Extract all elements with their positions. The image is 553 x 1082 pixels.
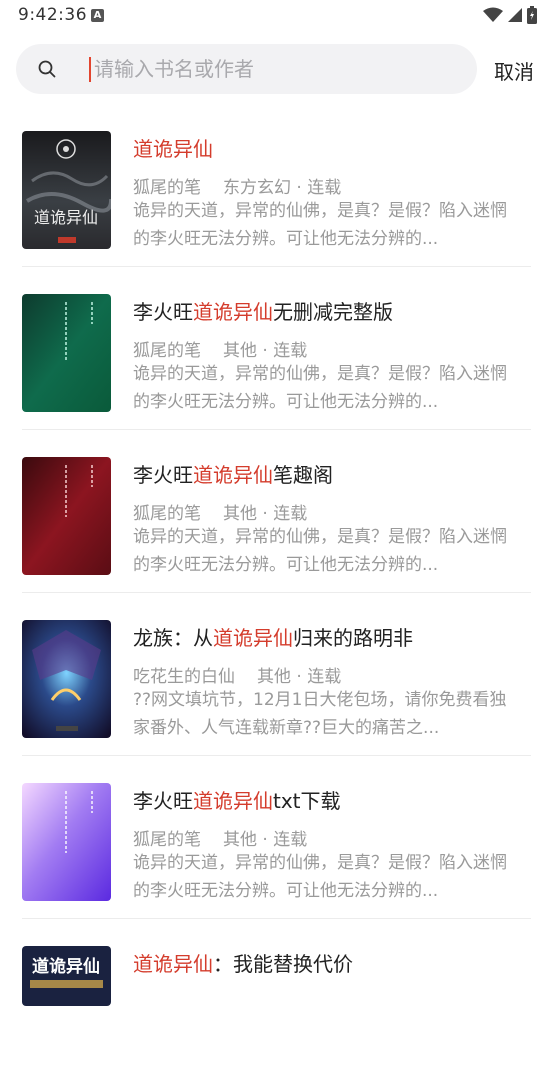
search-result-list[interactable]: 道诡异仙 道诡异仙 狐尾的笔 东方玄幻 · 连载 诡异的天道，异常的仙佛，是真？是… xyxy=(0,104,553,1082)
book-category-status: 其他 · 连载 xyxy=(223,830,308,850)
book-title[interactable]: 道诡异仙 xyxy=(133,133,213,162)
keyword-highlight: 道诡异仙 xyxy=(193,789,273,813)
book-category-status: 其他 · 连载 xyxy=(223,341,308,361)
book-description: 诡异的天道，异常的仙佛，是真？是假？陷入迷惘的李火旺无法分辨。可让他无法分辨的.… xyxy=(133,201,507,249)
status-time: 9:42:36 xyxy=(18,5,88,25)
book-description: ??网文填坑节，12月1日大佬包场，请你免费看独家番外、人气连载新章??巨大的痛… xyxy=(133,690,507,738)
book-cover xyxy=(22,457,111,575)
book-item[interactable]: 李火旺道诡异仙txt下载 狐尾的笔 其他 · 连载 诡异的天道，异常的仙佛，是真？… xyxy=(0,756,553,919)
book-item[interactable]: 李火旺道诡异仙无删减完整版 狐尾的笔 其他 · 连载 诡异的天道，异常的仙佛，是真… xyxy=(0,267,553,430)
book-meta: 狐尾的笔 其他 · 连载 xyxy=(133,336,307,361)
cover-title: 道诡异仙 xyxy=(32,956,100,977)
wifi-icon xyxy=(483,7,503,22)
keyword-highlight: 道诡异仙 xyxy=(193,300,273,324)
book-author: 狐尾的笔 xyxy=(133,341,201,361)
book-category-status: 东方玄幻 · 连载 xyxy=(223,178,342,198)
cancel-button[interactable]: 取消 xyxy=(494,56,534,85)
status-bar: 9:42:36 A xyxy=(0,0,553,32)
book-category-status: 其他 · 连载 xyxy=(223,504,308,524)
book-item[interactable]: 道诡异仙 道诡异仙：我能替换代价 xyxy=(0,919,553,1082)
search-bar[interactable] xyxy=(16,44,477,94)
book-cover xyxy=(22,783,111,901)
book-title[interactable]: 李火旺道诡异仙txt下载 xyxy=(133,785,341,814)
keyword-highlight: 道诡异仙 xyxy=(133,137,213,161)
cover-title: 道诡异仙 xyxy=(34,208,98,227)
battery-icon xyxy=(527,6,537,24)
book-author: 吃花生的白仙 xyxy=(133,667,235,687)
book-description: 诡异的天道，异常的仙佛，是真？是假？陷入迷惘的李火旺无法分辨。可让他无法分辨的.… xyxy=(133,527,507,575)
book-cover: 道诡异仙 xyxy=(22,946,111,1006)
book-author: 狐尾的笔 xyxy=(133,830,201,850)
book-category-status: 其他 · 连载 xyxy=(257,667,342,687)
book-description: 诡异的天道，异常的仙佛，是真？是假？陷入迷惘的李火旺无法分辨。可让他无法分辨的.… xyxy=(133,364,507,412)
notification-icon: A xyxy=(91,9,104,22)
book-meta: 狐尾的笔 东方玄幻 · 连载 xyxy=(133,173,341,198)
book-item[interactable]: 道诡异仙 道诡异仙 狐尾的笔 东方玄幻 · 连载 诡异的天道，异常的仙佛，是真？是… xyxy=(0,104,553,267)
book-cover xyxy=(22,294,111,412)
book-description: 诡异的天道，异常的仙佛，是真？是假？陷入迷惘的李火旺无法分辨。可让他无法分辨的.… xyxy=(133,853,507,901)
text-caret xyxy=(89,57,91,82)
book-cover: 道诡异仙 xyxy=(22,131,111,249)
keyword-highlight: 道诡异仙 xyxy=(133,952,213,976)
keyword-highlight: 道诡异仙 xyxy=(213,626,293,650)
book-meta: 狐尾的笔 其他 · 连载 xyxy=(133,825,307,850)
book-title[interactable]: 李火旺道诡异仙笔趣阁 xyxy=(133,459,333,488)
search-icon xyxy=(38,60,56,78)
search-input[interactable] xyxy=(94,54,454,84)
book-cover xyxy=(22,620,111,738)
status-icons xyxy=(483,6,537,24)
book-title[interactable]: 龙族：从道诡异仙归来的路明非 xyxy=(133,622,413,651)
signal-icon xyxy=(508,8,522,22)
book-meta: 狐尾的笔 其他 · 连载 xyxy=(133,499,307,524)
book-author: 狐尾的笔 xyxy=(133,178,201,198)
book-title[interactable]: 道诡异仙：我能替换代价 xyxy=(133,948,353,977)
book-title[interactable]: 李火旺道诡异仙无删减完整版 xyxy=(133,296,393,325)
book-author: 狐尾的笔 xyxy=(133,504,201,524)
book-meta: 吃花生的白仙 其他 · 连载 xyxy=(133,662,341,687)
book-item[interactable]: 龙族：从道诡异仙归来的路明非 吃花生的白仙 其他 · 连载 ??网文填坑节，12月… xyxy=(0,593,553,756)
book-item[interactable]: 李火旺道诡异仙笔趣阁 狐尾的笔 其他 · 连载 诡异的天道，异常的仙佛，是真？是假… xyxy=(0,430,553,593)
keyword-highlight: 道诡异仙 xyxy=(193,463,273,487)
